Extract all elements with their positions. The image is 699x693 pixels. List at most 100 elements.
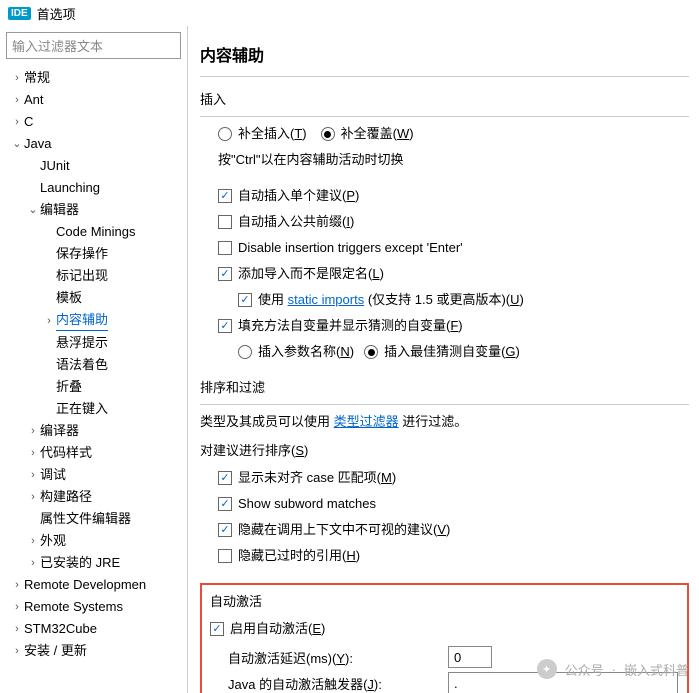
type-filter-link[interactable]: 类型过滤器 <box>334 414 399 429</box>
tree-item[interactable]: ›已安装的 JRE <box>0 552 187 574</box>
tree-item[interactable]: ›C <box>0 111 187 133</box>
tree-item[interactable]: 折叠 <box>0 376 187 398</box>
tree-item[interactable]: ›安装 / 更新 <box>0 640 187 662</box>
radio-completion-overwrite[interactable] <box>321 127 335 141</box>
cb-auto-insert-single[interactable] <box>218 189 232 203</box>
tree-item-label: C <box>24 112 33 132</box>
tree-item-label: Java <box>24 134 51 154</box>
java-trigger-input[interactable] <box>448 672 678 693</box>
page-title: 内容辅助 <box>200 34 689 77</box>
tree-item[interactable]: 标记出现 <box>0 265 187 287</box>
tree-item[interactable]: ›构建路径 <box>0 486 187 508</box>
tree-item-label: Remote Developmen <box>24 575 146 595</box>
tree-item-label: 悬浮提示 <box>56 333 108 353</box>
twisty-icon: › <box>10 641 24 661</box>
tree-item[interactable]: ⌄Java <box>0 133 187 155</box>
cb-show-case-mismatch[interactable] <box>218 471 232 485</box>
tree-item[interactable]: ⌄编辑器 <box>0 199 187 221</box>
tree-item[interactable]: ›编译器 <box>0 420 187 442</box>
ctrl-hint: 按"Ctrl"以在内容辅助活动时切换 <box>218 147 689 173</box>
twisty-icon: › <box>10 619 24 639</box>
tree-item[interactable]: ›Remote Developmen <box>0 574 187 596</box>
content-panel: 内容辅助 插入 补全插入(T) 补全覆盖(W) 按"Ctrl"以在内容辅助活动时… <box>188 26 699 693</box>
tree-item-label: 构建路径 <box>40 487 92 507</box>
twisty-icon: › <box>10 575 24 595</box>
tree-item-label: 安装 / 更新 <box>24 641 87 661</box>
cb-show-subword[interactable] <box>218 497 232 511</box>
tree-item-label: 属性文件编辑器 <box>40 509 131 529</box>
radio-insert-param-names[interactable] <box>238 345 252 359</box>
tree-item[interactable]: 正在键入 <box>0 398 187 420</box>
sort-proposals-label: 对建议进行排序(S) <box>200 436 689 463</box>
cb-hide-invisible[interactable] <box>218 523 232 537</box>
cb-add-import[interactable] <box>218 267 232 281</box>
tree-item[interactable]: ›STM32Cube <box>0 618 187 640</box>
java-trigger-label: Java 的自动激活触发器(J): <box>228 674 448 693</box>
twisty-icon: › <box>10 597 24 617</box>
cb-use-static-imports[interactable] <box>238 293 252 307</box>
twisty-icon: › <box>26 443 40 463</box>
nav-tree: ›常规›Ant›C⌄JavaJUnitLaunching⌄编辑器Code Min… <box>0 65 187 693</box>
auto-legend: 自动激活 <box>210 591 679 616</box>
tree-item-label: 外观 <box>40 531 66 551</box>
sidebar: 输入过滤器文本 ›常规›Ant›C⌄JavaJUnitLaunching⌄编辑器… <box>0 26 188 693</box>
insert-legend: 插入 <box>200 85 689 114</box>
tree-item[interactable]: Launching <box>0 177 187 199</box>
tree-item-label: 语法着色 <box>56 355 108 375</box>
cb-disable-triggers[interactable] <box>218 241 232 255</box>
tree-item[interactable]: ›Ant <box>0 89 187 111</box>
tree-item[interactable]: 属性文件编辑器 <box>0 508 187 530</box>
tree-item-label: 内容辅助 <box>56 310 108 331</box>
tree-item-label: 常规 <box>24 68 50 88</box>
tree-item[interactable]: ›Remote Systems <box>0 596 187 618</box>
tree-item-label: Launching <box>40 178 100 198</box>
twisty-icon: › <box>10 68 24 88</box>
filter-input[interactable]: 输入过滤器文本 <box>6 32 181 59</box>
twisty-icon: ⌄ <box>26 200 40 220</box>
auto-delay-label: 自动激活延迟(ms)(Y): <box>228 648 448 667</box>
tree-item[interactable]: ›内容辅助 <box>0 309 187 332</box>
tree-item[interactable]: 语法着色 <box>0 354 187 376</box>
tree-item-label: 调试 <box>40 465 66 485</box>
tree-item-label: JUnit <box>40 156 70 176</box>
twisty-icon: › <box>42 311 56 331</box>
tree-item[interactable]: 悬浮提示 <box>0 332 187 354</box>
radio-insert-best-guess[interactable] <box>364 345 378 359</box>
tree-item-label: 保存操作 <box>56 244 108 264</box>
twisty-icon: › <box>26 531 40 551</box>
title-bar: IDE 首选项 <box>0 0 699 26</box>
tree-item-label: STM32Cube <box>24 619 97 639</box>
cb-enable-auto-activation[interactable] <box>210 622 224 636</box>
tree-item-label: 正在键入 <box>56 399 108 419</box>
twisty-icon: › <box>26 487 40 507</box>
twisty-icon: › <box>10 112 24 132</box>
twisty-icon: › <box>26 421 40 441</box>
tree-item[interactable]: ›常规 <box>0 67 187 89</box>
tree-item-label: 折叠 <box>56 377 82 397</box>
window-title: 首选项 <box>37 4 76 23</box>
tree-item[interactable]: ›代码样式 <box>0 442 187 464</box>
static-imports-link[interactable]: static imports <box>288 292 365 307</box>
cb-hide-deprecated[interactable] <box>218 549 232 563</box>
tree-item[interactable]: Code Minings <box>0 221 187 243</box>
tree-item[interactable]: ›调试 <box>0 464 187 486</box>
tree-item[interactable]: ›外观 <box>0 530 187 552</box>
twisty-icon: › <box>10 90 24 110</box>
twisty-icon: › <box>26 465 40 485</box>
ide-badge: IDE <box>8 7 31 20</box>
auto-activation-section: 自动激活 启用自动激活(E) 自动激活延迟(ms)(Y): Java 的自动激活… <box>200 583 689 693</box>
sort-legend: 排序和过滤 <box>200 373 689 402</box>
tree-item[interactable]: 保存操作 <box>0 243 187 265</box>
radio-completion-insert[interactable] <box>218 127 232 141</box>
cb-auto-insert-prefix[interactable] <box>218 215 232 229</box>
tree-item-label: 编译器 <box>40 421 79 441</box>
auto-delay-input[interactable] <box>448 646 492 668</box>
tree-item-label: 编辑器 <box>40 200 79 220</box>
tree-item-label: Ant <box>24 90 44 110</box>
tree-item[interactable]: 模板 <box>0 287 187 309</box>
twisty-icon: › <box>26 553 40 573</box>
tree-item[interactable]: JUnit <box>0 155 187 177</box>
tree-item-label: Remote Systems <box>24 597 123 617</box>
tree-item-label: 代码样式 <box>40 443 92 463</box>
cb-fill-args[interactable] <box>218 319 232 333</box>
